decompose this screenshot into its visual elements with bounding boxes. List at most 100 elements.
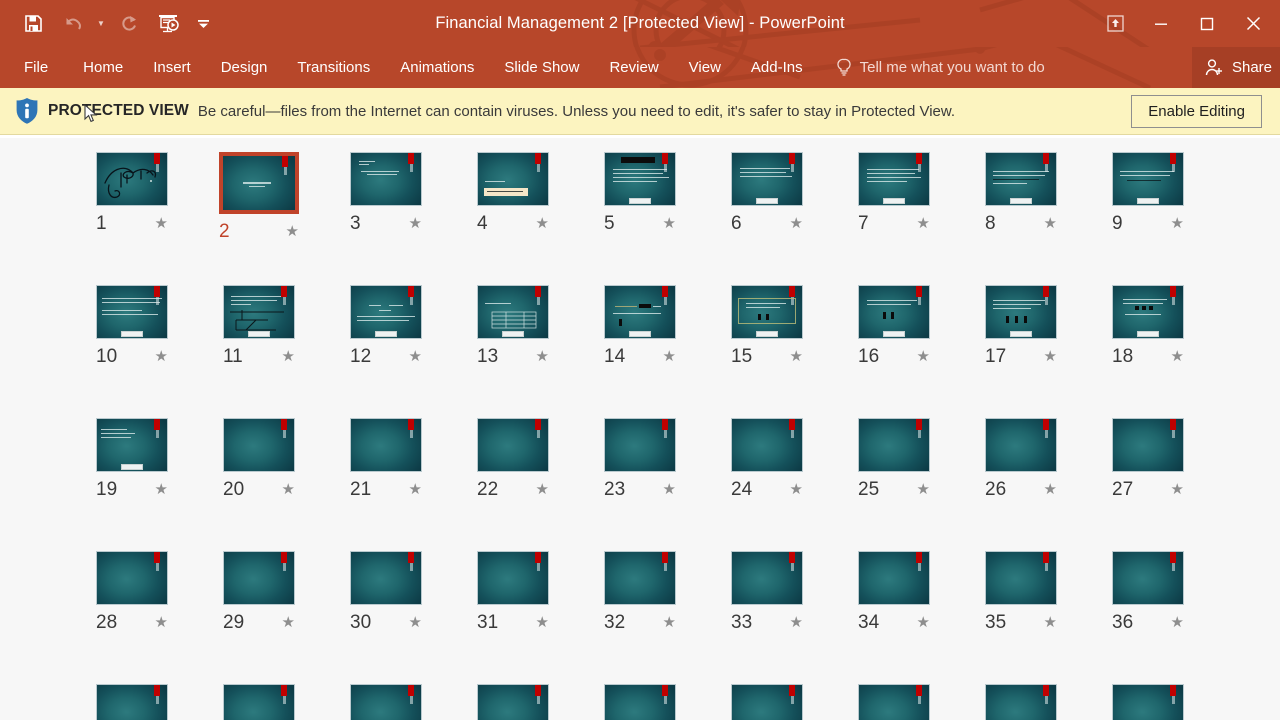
slide-cell[interactable]: 15 ★ [704,285,831,418]
close-button[interactable] [1230,9,1276,39]
star-icon[interactable]: ★ [917,482,930,497]
slide-cell[interactable]: 30 ★ [323,551,450,684]
star-icon[interactable]: ★ [155,216,168,231]
slide-cell[interactable]: 37 ★ [69,684,196,720]
star-icon[interactable]: ★ [282,482,295,497]
slide-thumbnail[interactable] [223,684,295,720]
tab-design[interactable]: Design [206,47,283,88]
slide-thumbnail[interactable] [96,418,168,472]
star-icon[interactable]: ★ [1171,482,1184,497]
slide-cell[interactable]: 1 ★ [69,152,196,285]
slide-thumbnail[interactable] [604,152,676,206]
slide-cell[interactable]: 33 ★ [704,551,831,684]
slide-thumbnail[interactable] [477,285,549,339]
slide-thumbnail[interactable] [731,551,803,605]
slide-cell[interactable]: 14 ★ [577,285,704,418]
slide-thumbnail[interactable] [350,152,422,206]
slide-cell[interactable]: 36 ★ [1085,551,1212,684]
slide-cell[interactable]: 13 ★ [450,285,577,418]
slide-cell[interactable]: 7 ★ [831,152,958,285]
slide-thumbnail-selected[interactable] [219,152,299,214]
slide-thumbnail[interactable] [858,684,930,720]
slide-thumbnail[interactable] [223,418,295,472]
slide-cell[interactable]: 41 ★ [577,684,704,720]
slide-cell[interactable]: 21 ★ [323,418,450,551]
slide-thumbnail[interactable] [1112,285,1184,339]
tab-animations[interactable]: Animations [385,47,489,88]
star-icon[interactable]: ★ [1171,216,1184,231]
slide-cell[interactable]: 31 ★ [450,551,577,684]
slide-thumbnail[interactable] [477,152,549,206]
slide-cell[interactable]: 11 ★ [196,285,323,418]
star-icon[interactable]: ★ [1171,615,1184,630]
star-icon[interactable]: ★ [536,482,549,497]
slide-cell[interactable]: 17 ★ [958,285,1085,418]
slide-thumbnail[interactable] [604,684,676,720]
save-button[interactable] [14,9,52,39]
redo-button[interactable] [110,9,148,39]
minimize-button[interactable] [1138,9,1184,39]
slide-thumbnail[interactable] [985,684,1057,720]
slide-thumbnail[interactable] [985,152,1057,206]
slide-thumbnail[interactable] [96,285,168,339]
star-icon[interactable]: ★ [1171,349,1184,364]
star-icon[interactable]: ★ [790,482,803,497]
slide-thumbnail[interactable] [731,152,803,206]
star-icon[interactable]: ★ [1044,482,1057,497]
slide-thumbnail[interactable] [1112,551,1184,605]
slide-thumbnail[interactable] [858,285,930,339]
slide-cell[interactable]: 26 ★ [958,418,1085,551]
star-icon[interactable]: ★ [663,482,676,497]
slide-thumbnail[interactable] [477,418,549,472]
star-icon[interactable]: ★ [917,615,930,630]
tab-file[interactable]: File [0,47,68,88]
slide-thumbnail[interactable] [96,152,168,206]
slide-thumbnail[interactable] [1112,684,1184,720]
slide-sorter-pane[interactable]: 1 ★ 2 ★ 3 ★ 4 ★ 5 ★ 6 ★ 7 ★ 8 ★ 9 ★ 10 ★… [0,138,1280,720]
slide-cell[interactable]: 23 ★ [577,418,704,551]
slide-thumbnail[interactable] [477,551,549,605]
star-icon[interactable]: ★ [282,615,295,630]
star-icon[interactable]: ★ [155,615,168,630]
tell-me-search[interactable]: Tell me what you want to do [818,58,1045,77]
star-icon[interactable]: ★ [1044,615,1057,630]
slide-thumbnail[interactable] [731,418,803,472]
slide-thumbnail[interactable] [350,684,422,720]
slide-thumbnail[interactable] [96,684,168,720]
slide-cell[interactable]: 2 ★ [196,152,323,285]
star-icon[interactable]: ★ [790,615,803,630]
slide-thumbnail[interactable] [731,684,803,720]
slide-cell[interactable]: 16 ★ [831,285,958,418]
star-icon[interactable]: ★ [286,224,299,239]
slide-cell[interactable]: 40 ★ [450,684,577,720]
restore-button[interactable] [1184,9,1230,39]
slide-thumbnail[interactable] [1112,418,1184,472]
slide-thumbnail[interactable] [477,684,549,720]
start-presentation-button[interactable] [150,9,188,39]
slide-cell[interactable]: 32 ★ [577,551,704,684]
slide-cell[interactable]: 6 ★ [704,152,831,285]
star-icon[interactable]: ★ [282,349,295,364]
slide-cell[interactable]: 18 ★ [1085,285,1212,418]
slide-thumbnail[interactable] [604,418,676,472]
slide-thumbnail[interactable] [350,285,422,339]
slide-thumbnail[interactable] [350,418,422,472]
slide-cell[interactable]: 27 ★ [1085,418,1212,551]
star-icon[interactable]: ★ [409,482,422,497]
slide-thumbnail[interactable] [731,285,803,339]
slide-cell[interactable]: 22 ★ [450,418,577,551]
slide-thumbnail[interactable] [858,152,930,206]
slide-cell[interactable]: 38 ★ [196,684,323,720]
slide-cell[interactable]: 28 ★ [69,551,196,684]
slide-thumbnail[interactable] [985,551,1057,605]
star-icon[interactable]: ★ [409,349,422,364]
slide-thumbnail[interactable] [350,551,422,605]
slide-thumbnail[interactable] [604,285,676,339]
slide-cell[interactable]: 39 ★ [323,684,450,720]
star-icon[interactable]: ★ [1044,216,1057,231]
slide-cell[interactable]: 45 ★ [1085,684,1212,720]
slide-thumbnail[interactable] [1112,152,1184,206]
slide-cell[interactable]: 5 ★ [577,152,704,285]
star-icon[interactable]: ★ [663,349,676,364]
share-button[interactable]: Share [1191,47,1280,88]
